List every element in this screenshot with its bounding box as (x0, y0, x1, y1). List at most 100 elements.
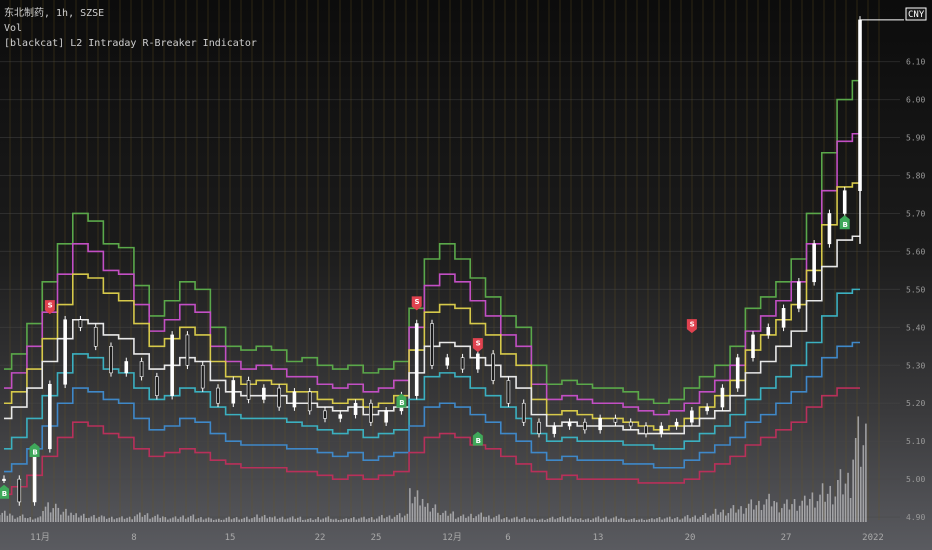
volume-bar (495, 515, 498, 522)
volume-bar (103, 516, 105, 522)
volume-bar (317, 517, 319, 522)
volume-bar (839, 469, 842, 522)
volume-bar (350, 518, 353, 522)
volume-bar (747, 503, 750, 522)
volume-bar (551, 516, 554, 522)
price-candle (323, 410, 327, 419)
volume-bar (635, 519, 638, 522)
volume-bar (325, 517, 327, 522)
volume-bar (714, 508, 717, 522)
volume-bars (0, 416, 867, 522)
volume-bar (646, 519, 648, 522)
buy-label: B (476, 437, 481, 445)
volume-bar (167, 519, 169, 522)
volume-bar (439, 515, 442, 522)
volume-bar (676, 517, 679, 522)
volume-bar (378, 516, 381, 522)
volume-bar (243, 517, 246, 522)
volume-bar (661, 519, 663, 522)
volume-bar (488, 515, 490, 522)
volume-bar (215, 519, 218, 522)
volume-bar (526, 519, 528, 522)
volume-bar (406, 513, 409, 522)
volume-bar (826, 493, 829, 522)
price-candle (521, 402, 526, 423)
volume-bar (432, 508, 434, 522)
price-candle (690, 410, 694, 423)
price-candle (491, 353, 495, 381)
volume-bar (730, 508, 732, 522)
volume-bar (434, 504, 437, 522)
volume-bar (238, 519, 240, 522)
volume-bar (131, 519, 133, 522)
volume-bar (554, 519, 556, 522)
volume-bar (144, 515, 146, 522)
volume-bar (202, 519, 205, 522)
price-chart[interactable]: B B S S B S B S B 6.10 6.00 5.90 5.80 5.70 5.60 5.50 5.… (0, 0, 932, 550)
y-tick-label: 5.00 (906, 475, 925, 484)
indicator-legend[interactable]: [blackcat] L2 Intraday R-Breaker Indicat… (4, 36, 257, 51)
volume-bar (564, 518, 567, 522)
volume-bar (656, 518, 658, 522)
volume-bar (505, 517, 508, 522)
volume-bar (684, 516, 686, 522)
volume-bar (758, 500, 760, 522)
volume-bar (429, 511, 432, 522)
volume-bar (159, 517, 162, 522)
price-candle (705, 406, 709, 412)
volume-bar (544, 520, 546, 522)
volume-bar (253, 517, 256, 522)
volume-bar (424, 506, 426, 522)
price-candle (170, 334, 174, 396)
volume-bar (268, 516, 271, 522)
volume-bar (727, 513, 730, 522)
volume-bar (821, 483, 824, 522)
volume-bar (88, 517, 90, 522)
volume-bar (72, 515, 75, 522)
volume-bar (796, 510, 798, 522)
volume-bar (699, 516, 702, 522)
volume-bar (770, 506, 773, 522)
volume-bar (355, 519, 358, 522)
buy-label: B (2, 490, 7, 498)
volume-bar (373, 519, 376, 522)
x-tick-label: 25 (371, 533, 382, 543)
volume-bar (398, 513, 401, 522)
volume-bar (95, 518, 98, 522)
volume-bar (192, 514, 195, 522)
volume-bar (857, 416, 860, 522)
sell-signal: S (686, 319, 697, 334)
volume-bar (722, 509, 725, 522)
volume-bar (149, 518, 151, 522)
volume-bar (296, 517, 299, 522)
price-candle (781, 308, 786, 328)
price-candle (48, 383, 52, 450)
volume-bar (831, 504, 834, 522)
volume-bar (704, 513, 707, 522)
volume-bar (11, 515, 14, 522)
volume-bar (360, 517, 363, 522)
y-tick-label: 5.60 (906, 247, 925, 256)
price-candle (537, 421, 541, 434)
volume-bar (230, 519, 233, 522)
volume-bar (803, 495, 806, 522)
volume-bar (161, 516, 164, 522)
volume-bar (14, 518, 16, 522)
volume-bar (625, 520, 628, 522)
price-candle (78, 319, 83, 328)
price-candle (307, 391, 312, 412)
price-candle (812, 243, 816, 283)
volume-bar (521, 518, 523, 522)
price-candle (567, 421, 572, 427)
volume-legend[interactable]: Vol (4, 21, 257, 36)
volume-bar (388, 515, 391, 522)
volume-bar (248, 519, 251, 522)
volume-bar (274, 516, 276, 522)
symbol-title[interactable]: 东北制药, 1h, SZSE (4, 6, 257, 21)
price-candle (17, 478, 22, 503)
volume-bar (485, 516, 488, 522)
volume-bar (105, 518, 108, 522)
volume-bar (381, 514, 383, 522)
volume-bar (172, 517, 174, 522)
volume-bar (763, 504, 765, 522)
